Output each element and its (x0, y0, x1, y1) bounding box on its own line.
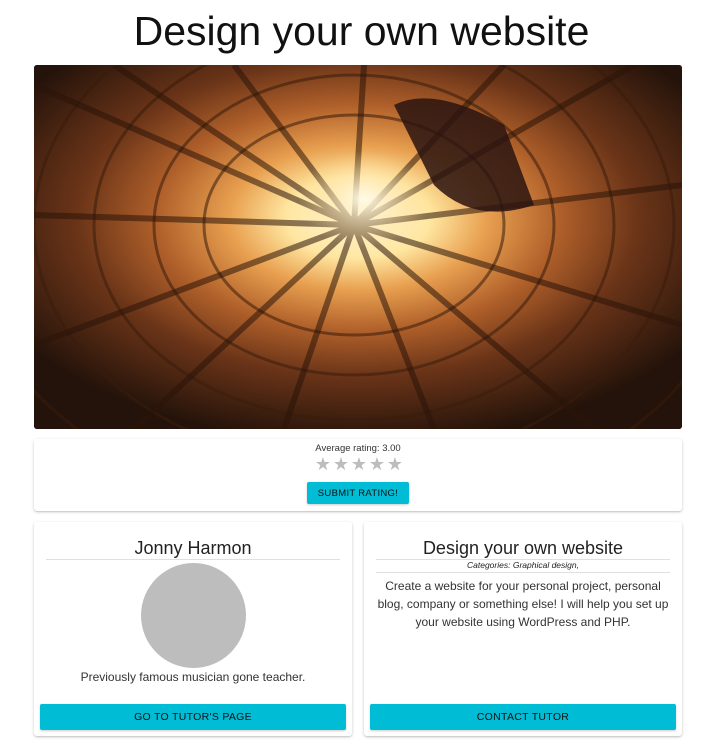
star-icon[interactable]: ★ (368, 455, 386, 473)
rating-card: Average rating: 3.00 ★ ★ ★ ★ ★ SUBMIT RA… (34, 439, 682, 511)
star-icon[interactable]: ★ (386, 455, 404, 473)
courtyard-photo (34, 65, 682, 429)
avatar (141, 563, 246, 668)
hero-image (34, 65, 682, 429)
course-title: Design your own website (376, 537, 670, 560)
course-card: Design your own website Categories: Grap… (364, 522, 682, 736)
tutor-description: Previously famous musician gone teacher. (80, 670, 306, 684)
star-rating[interactable]: ★ ★ ★ ★ ★ (314, 455, 404, 473)
page-title: Design your own website (133, 8, 590, 54)
course-categories: Categories: Graphical design, (376, 560, 670, 573)
tutor-name: Jonny Harmon (46, 537, 340, 560)
page: Design your own website Average rating: … (0, 0, 723, 755)
tutor-card: Jonny Harmon Previously famous musician … (34, 522, 352, 736)
star-icon[interactable]: ★ (350, 455, 368, 473)
course-description: Create a website for your personal proje… (377, 579, 669, 629)
go-to-tutor-page-button[interactable]: GO TO TUTOR'S PAGE (40, 704, 346, 730)
star-icon[interactable]: ★ (314, 455, 332, 473)
contact-tutor-button[interactable]: CONTACT TUTOR (370, 704, 676, 730)
star-icon[interactable]: ★ (332, 455, 350, 473)
average-rating-label: Average rating: 3.00 (315, 443, 401, 454)
submit-rating-button[interactable]: SUBMIT RATING! (307, 482, 409, 504)
